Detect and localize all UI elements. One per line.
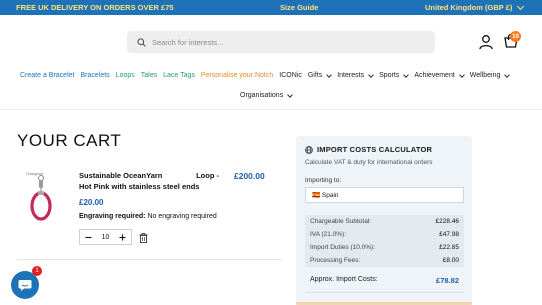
quantity-value[interactable]: 10 — [102, 234, 110, 241]
cost-label: Processing Fees: — [310, 257, 361, 264]
nav-item-label: Loops — [115, 72, 135, 79]
nav-item-loops[interactable]: Loops — [116, 72, 135, 79]
product-name-loop: Loop - — [196, 171, 219, 180]
total-value: £78.82 — [436, 276, 459, 285]
line-total-price: £200.00 — [234, 171, 265, 181]
cart-divider — [17, 259, 282, 260]
size-guide-link[interactable]: Size Guide — [280, 3, 318, 12]
minus-icon[interactable] — [85, 234, 92, 241]
nav-item-label: Bracelets — [80, 72, 110, 79]
country-select[interactable]: 🇪🇸 Spain — [305, 187, 464, 203]
cost-row: Chargeable Subtotal: £228.46 — [305, 215, 464, 228]
unit-price: £20.00 — [79, 198, 104, 207]
cost-label: Import Duties (10.0%): — [310, 244, 376, 251]
total-label: Approx. Import Costs: — [310, 276, 378, 283]
calculator-subtitle: Calculate VAT & duty for international o… — [305, 159, 433, 166]
nav-item-organisations[interactable]: Organisations — [240, 91, 294, 99]
nav-item-label: Personalise your Notch — [200, 72, 274, 79]
search-placeholder: Search for interests... — [152, 37, 224, 47]
calculator-title: IMPORT COSTS CALCULATOR — [317, 145, 433, 154]
chevron-down-icon — [504, 71, 511, 78]
cost-label: IVA (21.0%): — [310, 231, 347, 238]
product-name-line2: Hot Pink with stainless steel ends — [79, 182, 200, 191]
nav-item-label: Tales — [140, 72, 158, 79]
calculator-divider — [305, 292, 464, 293]
chevron-down-icon — [403, 71, 410, 78]
cost-row: Import Duties (10.0%): £22.85 — [305, 241, 464, 254]
quantity-stepper[interactable]: 10 — [79, 229, 132, 245]
cost-value: £47.98 — [439, 231, 459, 238]
engraving-value: No engraving required — [147, 213, 217, 220]
nav-item-label: Interests — [337, 72, 365, 79]
account-icon[interactable] — [478, 34, 494, 50]
chevron-down-icon — [368, 71, 374, 78]
nav-item-create-a-bracelet[interactable]: Create a Bracelet — [20, 72, 74, 79]
cost-value: £22.85 — [439, 244, 459, 251]
import-costs-total: Approx. Import Costs: £78.82 — [305, 276, 464, 285]
nav-item-achievement[interactable]: Achievement — [414, 71, 465, 79]
nav-item-iconic[interactable]: ICONic — [279, 72, 302, 79]
nav-item-label: ICONic — [279, 72, 302, 79]
cost-value: £8.00 — [442, 257, 459, 264]
chat-notification-badge: 1 — [32, 266, 42, 276]
nav-item-label: Lace Tags — [163, 72, 195, 79]
nav-item-label: Achievement — [414, 72, 455, 79]
nav-item-label: Organisations — [240, 92, 284, 99]
importing-to-label: Importing to: — [305, 177, 342, 184]
import-costs-calculator: IMPORT COSTS CALCULATOR Calculate VAT & … — [296, 136, 472, 305]
nav-item-label: Wellbeing — [469, 72, 501, 79]
region-selector[interactable]: United Kingdom (GBP £) — [425, 2, 525, 12]
nav-item-bracelets[interactable]: Bracelets — [80, 72, 109, 79]
cost-row: Processing Fees: £8.00 — [305, 254, 464, 267]
chevron-down-icon — [287, 91, 294, 98]
calculator-header: IMPORT COSTS CALCULATOR — [305, 145, 432, 154]
nav-divider — [0, 109, 542, 110]
nav-item-sports[interactable]: Sports — [379, 71, 410, 79]
plus-icon[interactable] — [119, 234, 126, 241]
nav-item-wellbeing[interactable]: Wellbeing — [469, 71, 511, 79]
engraving-label: Engraving required: — [79, 213, 146, 220]
promo-text: FREE UK DELIVERY ON ORDERS OVER £75 — [16, 3, 174, 12]
product-image[interactable]: Changeset — [24, 170, 58, 222]
search-input[interactable]: Search for interests... — [127, 31, 435, 53]
nav-item-interests[interactable]: Interests — [337, 71, 374, 79]
nav-item-personalise-your-notch[interactable]: Personalise your Notch — [201, 72, 273, 79]
search-icon — [137, 37, 146, 47]
chevron-down-icon — [458, 71, 465, 78]
cost-value: £228.46 — [435, 218, 460, 225]
trash-icon[interactable] — [139, 233, 148, 243]
announcement-bar: FREE UK DELIVERY ON ORDERS OVER £75 Size… — [0, 0, 542, 15]
nav-item-lace-tags[interactable]: Lace Tags — [163, 72, 195, 79]
engraving-info: Engraving required: No engraving require… — [79, 213, 217, 220]
cost-label: Chargeable Subtotal: — [310, 218, 372, 225]
chat-icon — [18, 279, 32, 291]
chevron-down-icon — [517, 2, 525, 10]
cart-count-badge: 10 — [510, 31, 521, 42]
page-title: YOUR CART — [17, 131, 122, 150]
cost-row: IVA (21.0%): £47.98 — [305, 228, 464, 241]
nav-item-tales[interactable]: Tales — [141, 72, 157, 79]
nav-item-label: Sports — [379, 72, 400, 79]
nav-item-label: Create a Bracelet — [20, 72, 75, 79]
product-name[interactable]: Sustainable OceanYarn Loop - Hot Pink wi… — [79, 170, 219, 192]
globe-icon — [305, 145, 313, 154]
nav-item-label: Gifts — [307, 72, 323, 79]
nav-item-gifts[interactable]: Gifts — [307, 71, 333, 79]
region-label: United Kingdom (GBP £) — [425, 3, 513, 12]
cost-breakdown: Chargeable Subtotal: £228.46 IVA (21.0%): £… — [305, 215, 464, 267]
chevron-down-icon — [326, 71, 333, 78]
